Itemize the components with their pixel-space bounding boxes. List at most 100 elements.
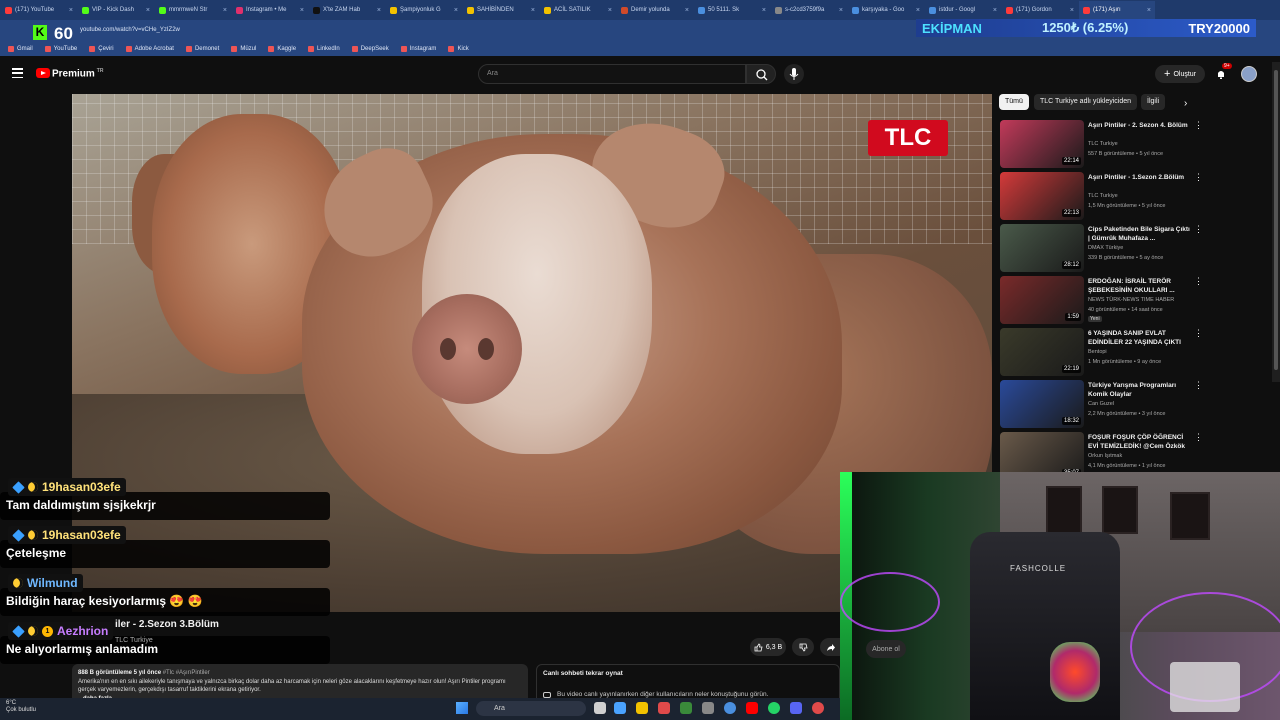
browser-tab[interactable]: (171) YouTube × — [1, 1, 77, 19]
close-icon[interactable]: × — [993, 7, 997, 14]
related-video-title[interactable]: Aşırı Pintiler - 1.Sezon 2.Bölüm — [1088, 173, 1192, 182]
browser-tab[interactable]: istdur - Googl × — [925, 1, 1001, 19]
close-icon[interactable]: × — [454, 7, 458, 14]
chip-all[interactable]: Tümü — [999, 94, 1029, 110]
close-icon[interactable]: × — [223, 7, 227, 14]
bookmark-item[interactable]: Instagram — [400, 46, 436, 52]
scrollbar-thumb[interactable] — [1274, 70, 1278, 370]
search-input[interactable]: Ara — [478, 64, 746, 84]
chat-username[interactable]: Wilmund — [8, 574, 83, 592]
bookmark-item[interactable]: Demonet — [185, 46, 219, 52]
discord-icon[interactable] — [790, 702, 802, 714]
close-icon[interactable]: × — [69, 7, 73, 14]
browser-tab[interactable]: Şampiyonluk G × — [386, 1, 462, 19]
weather-widget[interactable]: 6°C Çok bulutlu — [6, 700, 36, 714]
browser-tab[interactable]: Instagram • Me × — [232, 1, 308, 19]
chat-username[interactable]: 19hasan03efe — [8, 526, 126, 544]
more-options-icon[interactable]: ⋮ — [1194, 328, 1203, 339]
whatsapp-icon[interactable] — [768, 702, 780, 714]
bookmark-item[interactable]: Çeviri — [89, 46, 114, 52]
related-video-item[interactable]: 22:19 6 YAŞINDA SANIP EVLAT EDİNDİLER 22 … — [1000, 328, 1262, 376]
related-video-channel[interactable]: TLC Turkiye — [1088, 141, 1118, 147]
more-options-icon[interactable]: ⋮ — [1194, 276, 1203, 287]
avatar[interactable] — [1241, 66, 1257, 82]
related-video-item[interactable]: 22:13 Aşırı Pintiler - 1.Sezon 2.Bölüm TLC… — [1000, 172, 1262, 220]
related-video-channel[interactable]: Can Guzel — [1088, 401, 1114, 407]
more-options-icon[interactable]: ⋮ — [1194, 224, 1203, 235]
video-thumbnail[interactable]: 18:32 — [1000, 380, 1084, 428]
bookmark-item[interactable]: Kaggle — [268, 46, 296, 52]
browser-tab[interactable]: VIP - Kick Dash × — [78, 1, 154, 19]
bookmark-item[interactable]: Adobe Acrobat — [125, 46, 174, 52]
related-video-title[interactable]: Türkiye Yarışma Programları Komik Olayla… — [1088, 381, 1192, 399]
youtube-app-icon[interactable] — [746, 702, 758, 714]
youtube-premium-label[interactable]: Premium TR — [52, 68, 103, 79]
dislike-button[interactable] — [792, 638, 814, 656]
browser-tab[interactable]: s-c2cd3759f9a × — [771, 1, 847, 19]
browser-tab[interactable]: (171) Aşırı × — [1079, 1, 1155, 19]
create-button[interactable]: + Oluştur — [1155, 65, 1205, 83]
browser-tab[interactable]: ACİL SATILIK × — [540, 1, 616, 19]
youtube-logo-icon[interactable] — [36, 68, 50, 78]
video-thumbnail[interactable]: 22:13 — [1000, 172, 1084, 220]
bookmark-item[interactable]: DeepSeek — [351, 46, 389, 52]
browser-tab[interactable]: X'te ZAM Hab × — [309, 1, 385, 19]
url-text[interactable]: youtube.com/watch?v=vCHe_YzIZ2w — [80, 27, 180, 33]
edge-icon[interactable] — [614, 702, 626, 714]
chat-username[interactable]: 1 Aezhrion — [8, 622, 114, 640]
close-icon[interactable]: × — [762, 7, 766, 14]
browser-tab[interactable]: (171) Gordon × — [1002, 1, 1078, 19]
bookmark-item[interactable]: Müzul — [231, 46, 256, 52]
search-button[interactable] — [746, 64, 776, 84]
description-tags[interactable]: #Tlc #AşırıPintiler — [163, 670, 210, 676]
related-video-channel[interactable]: Orkun Işıtmak — [1088, 453, 1122, 459]
bookmark-item[interactable]: Kick — [448, 46, 469, 52]
video-thumbnail[interactable]: 1:59 — [1000, 276, 1084, 324]
video-thumbnail[interactable]: 22:19 — [1000, 328, 1084, 376]
start-button[interactable] — [456, 702, 468, 714]
related-video-channel[interactable]: Bentopi — [1088, 349, 1107, 355]
notifications-bell-icon[interactable]: 9+ — [1215, 63, 1232, 79]
related-video-title[interactable]: ERDOĞAN: İSRAİL TERÖR ŞEBEKESİNİN OKULLA… — [1088, 277, 1192, 295]
related-video-channel[interactable]: DMAX Türkiye — [1088, 245, 1123, 251]
related-video-item[interactable]: 18:32 Türkiye Yarışma Programları Komik O… — [1000, 380, 1262, 428]
app-icon[interactable] — [658, 702, 670, 714]
app-icon[interactable] — [812, 702, 824, 714]
mic-button[interactable] — [784, 64, 804, 84]
related-video-channel[interactable]: TLC Turkiye — [1088, 193, 1118, 199]
bookmark-item[interactable]: LinkedIn — [308, 46, 340, 52]
like-button[interactable]: 6,3 B — [750, 638, 786, 656]
close-icon[interactable]: × — [916, 7, 920, 14]
close-icon[interactable]: × — [839, 7, 843, 14]
close-icon[interactable]: × — [1147, 7, 1151, 14]
chat-username[interactable]: 19hasan03efe — [8, 478, 126, 496]
more-options-icon[interactable]: ⋮ — [1194, 380, 1203, 391]
close-icon[interactable]: × — [685, 7, 689, 14]
more-options-icon[interactable]: ⋮ — [1194, 172, 1203, 183]
browser-tab[interactable]: SAHİBİNDEN × — [463, 1, 539, 19]
taskbar-search[interactable]: Ara — [476, 701, 586, 716]
app-icon[interactable] — [680, 702, 692, 714]
related-video-channel[interactable]: NEWS TÜRK-NEWS TIME HABER — [1088, 297, 1174, 303]
browser-tab[interactable]: mmrmweN Str × — [155, 1, 231, 19]
related-video-title[interactable]: FOŞUR FOŞUR ÇÖP ÖĞRENCİ EVİ TEMİZLEDİK! … — [1088, 433, 1192, 451]
more-options-icon[interactable]: ⋮ — [1194, 432, 1203, 443]
chip-related[interactable]: İlgili — [1141, 94, 1166, 110]
video-thumbnail[interactable]: 22:14 — [1000, 120, 1084, 168]
chevron-right-icon[interactable]: › — [1184, 98, 1187, 109]
browser-tab[interactable]: karşıyaka - Goo × — [848, 1, 924, 19]
close-icon[interactable]: × — [531, 7, 535, 14]
related-video-item[interactable]: 1:59 ERDOĞAN: İSRAİL TERÖR ŞEBEKESİNİN OK… — [1000, 276, 1262, 324]
menu-icon[interactable] — [12, 68, 23, 78]
close-icon[interactable]: × — [300, 7, 304, 14]
share-button[interactable] — [820, 638, 840, 656]
browser-tab[interactable]: 50 5111. Sk × — [694, 1, 770, 19]
chrome-icon[interactable] — [724, 702, 736, 714]
close-icon[interactable]: × — [377, 7, 381, 14]
task-view-icon[interactable] — [594, 702, 606, 714]
subscribe-button[interactable]: Abone ol — [866, 640, 906, 658]
related-video-title[interactable]: Cips Paketinden Bile Sigara Çıktı | Gümr… — [1088, 225, 1192, 243]
related-video-title[interactable]: 6 YAŞINDA SANIP EVLAT EDİNDİLER 22 YAŞIN… — [1088, 329, 1192, 347]
related-video-item[interactable]: 22:14 Aşırı Pintiler - 2. Sezon 4. Bölüm T… — [1000, 120, 1262, 168]
more-options-icon[interactable]: ⋮ — [1194, 120, 1203, 131]
